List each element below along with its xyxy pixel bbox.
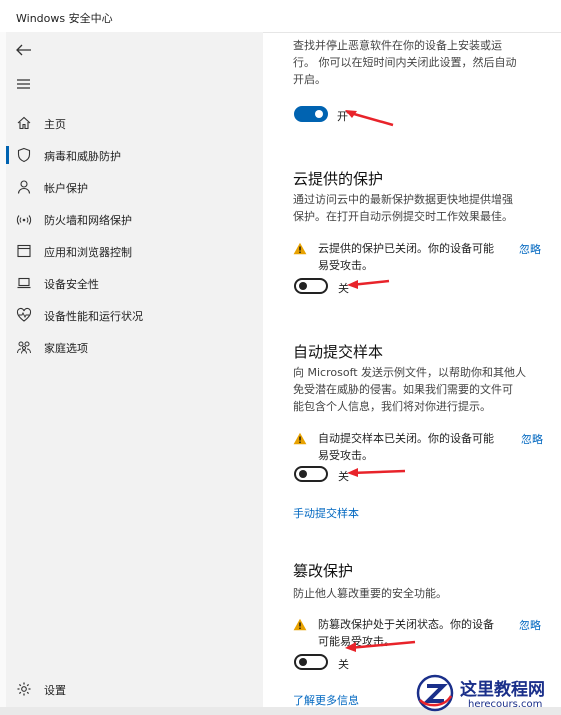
sidebar-item-label: 设备性能和运行状况 (44, 310, 143, 323)
tamper-description: 防止他人篡改重要的安全功能。 (293, 587, 447, 600)
sidebar-item-account-protection[interactable]: 帐户保护 (6, 173, 263, 201)
sidebar-item-device-security[interactable]: 设备安全性 (6, 269, 263, 297)
sidebar-item-settings[interactable]: 设置 (6, 675, 263, 703)
warning-icon (293, 432, 307, 445)
warning-icon (293, 242, 307, 255)
sidebar-item-label: 帐户保护 (44, 182, 88, 195)
sidebar-item-app-browser-control[interactable]: 应用和浏览器控制 (6, 237, 263, 265)
sidebar-item-label: 应用和浏览器控制 (44, 246, 132, 259)
heart-icon (16, 307, 32, 322)
realtime-description: 查找并停止恶意软件在你的设备上安装或运 行。 你可以在短时间内关闭此设置，然后自… (293, 39, 517, 86)
tamper-protection-title: 篡改保护 (293, 562, 354, 580)
sample-description: 向 Microsoft 发送示例文件，以帮助你和其他人 免受潜在威胁的侵害。如果… (293, 366, 527, 413)
toggle-knob (315, 110, 323, 118)
back-button[interactable] (15, 42, 33, 56)
window-title: Windows 安全中心 (16, 12, 113, 25)
sidebar-item-device-performance[interactable]: 设备性能和运行状况 (6, 301, 263, 329)
main-content: 查找并停止恶意软件在你的设备上安装或运 行。 你可以在短时间内关闭此设置，然后自… (263, 32, 561, 707)
sidebar-item-label: 家庭选项 (44, 342, 88, 355)
app-window-icon (17, 244, 31, 258)
sidebar-item-virus-protection[interactable]: 病毒和威胁防护 (6, 141, 263, 169)
site-watermark: 这里教程网 herecours.com (412, 672, 561, 715)
sidebar-item-home[interactable]: 主页 (6, 109, 263, 137)
annotation-arrow-icon (347, 279, 390, 289)
tamper-dismiss-link[interactable]: 忽略 (519, 617, 541, 633)
cloud-protection-title: 云提供的保护 (293, 170, 384, 188)
sample-warning-text: 自动提交样本已关闭。你的设备可能 易受攻击。 (318, 432, 494, 462)
watermark-text: 这里教程网 (460, 680, 545, 700)
sidebar-item-label: 病毒和威胁防护 (44, 150, 121, 163)
cloud-warning-text: 云提供的保护已关闭。你的设备可能 易受攻击。 (318, 242, 494, 272)
sidebar-item-label: 防火墙和网络保护 (44, 214, 132, 227)
toggle-knob (299, 470, 307, 478)
laptop-icon (17, 277, 31, 289)
watermark-url: herecours.com (468, 699, 543, 710)
family-icon (17, 341, 31, 354)
learn-more-link[interactable]: 了解更多信息 (293, 692, 359, 708)
shield-icon (17, 147, 31, 163)
sidebar-item-label: 设备安全性 (44, 278, 99, 291)
cloud-description: 通过访问云中的最新保护数据更快地提供增强 保护。在打开自动示例提交时工作效果最佳… (293, 193, 513, 223)
annotation-arrow-icon (345, 110, 394, 127)
hamburger-icon (17, 79, 30, 89)
settings-label: 设置 (44, 684, 66, 697)
sidebar-item-label: 主页 (44, 118, 66, 131)
person-icon (17, 180, 31, 194)
sidebar-item-family-options[interactable]: 家庭选项 (6, 333, 263, 361)
toggle-knob (299, 658, 307, 666)
title-bar: Windows 安全中心 (0, 0, 561, 33)
sidebar: 主页 病毒和威胁防护 帐户保护 防火墙和网络保护 应用和浏览器控制 设备安全性 … (6, 32, 263, 707)
sidebar-item-firewall[interactable]: 防火墙和网络保护 (6, 205, 263, 233)
back-arrow-icon (16, 44, 31, 56)
home-icon (17, 116, 31, 130)
tamper-toggle-state: 关 (338, 658, 349, 671)
cloud-dismiss-link[interactable]: 忽略 (519, 241, 541, 257)
hamburger-menu-button[interactable] (15, 76, 33, 90)
manual-submit-sample-link[interactable]: 手动提交样本 (293, 505, 359, 521)
warning-icon (293, 618, 307, 631)
tamper-protection-toggle[interactable] (294, 654, 328, 670)
sample-submission-title: 自动提交样本 (293, 343, 384, 361)
sample-dismiss-link[interactable]: 忽略 (521, 431, 543, 447)
windows-security-window: Windows 安全中心 主页 病毒和威胁防护 帐户保护 防火墙和网络保护 应用… (0, 0, 561, 715)
toggle-knob (299, 282, 307, 290)
cloud-protection-toggle[interactable] (294, 278, 328, 294)
sample-submission-toggle[interactable] (294, 466, 328, 482)
wifi-icon (16, 215, 32, 225)
realtime-protection-toggle[interactable] (294, 106, 328, 122)
gear-icon (17, 682, 31, 696)
annotation-arrow-icon (345, 640, 416, 652)
site-logo-icon (416, 674, 454, 712)
annotation-arrow-icon (347, 468, 406, 477)
